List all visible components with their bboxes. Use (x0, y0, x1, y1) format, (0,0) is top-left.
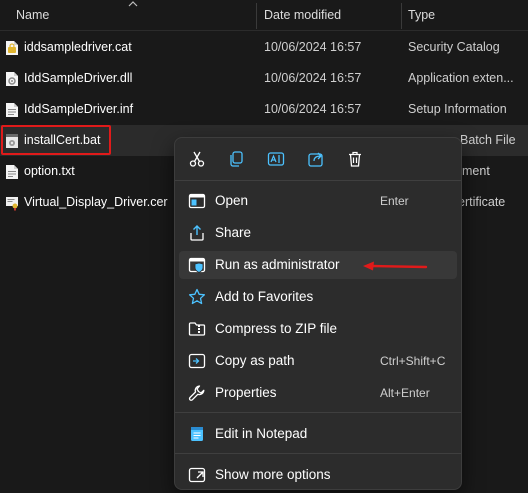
menu-item-label: Copy as path (215, 353, 295, 368)
file-date: 10/06/2024 16:57 (264, 102, 362, 116)
file-type: ertificate (458, 195, 506, 209)
menu-divider (175, 412, 461, 413)
menu-item-label: Open (215, 193, 249, 208)
column-divider[interactable] (256, 3, 257, 29)
delete-button[interactable] (342, 147, 368, 171)
menu-item-label: Compress to ZIP file (215, 321, 338, 336)
menu-shortcut: Alt+Enter (380, 386, 430, 400)
menu-item-label: Add to Favorites (215, 289, 314, 304)
menu-divider (175, 453, 461, 454)
share-quick-button[interactable] (303, 147, 329, 171)
menu-item-add-to-favorites[interactable]: Add to Favorites (179, 283, 457, 311)
column-type[interactable]: Type (408, 0, 435, 31)
file-type: Application exten... (408, 71, 514, 85)
column-date-modified[interactable]: Date modified (264, 0, 341, 31)
menu-shortcut: Enter (380, 194, 409, 208)
dll-file-icon (6, 72, 18, 86)
file-type: ment (462, 164, 490, 178)
file-name: IddSampleDriver.inf (24, 102, 134, 116)
catalog-file-icon (6, 41, 18, 55)
certificate-file-icon (6, 197, 18, 211)
copy-icon (230, 151, 243, 167)
open-icon (188, 193, 206, 209)
file-type: Security Catalog (408, 40, 500, 54)
menu-item-open[interactable]: Open Enter (179, 187, 457, 215)
file-date: 10/06/2024 16:57 (264, 71, 362, 85)
menu-divider (175, 180, 461, 181)
annotation-arrow (363, 261, 428, 271)
zip-icon (188, 322, 206, 336)
menu-item-label: Properties (215, 385, 277, 400)
file-row[interactable]: IddSampleDriver.inf 10/06/2024 16:57 Set… (0, 94, 528, 125)
menu-item-compress-to-zip[interactable]: Compress to ZIP file (179, 315, 457, 343)
cut-icon (189, 151, 205, 167)
file-name: iddsampledriver.cat (24, 40, 132, 54)
file-name: IddSampleDriver.dll (24, 71, 133, 85)
file-row[interactable]: iddsampledriver.cat 10/06/2024 16:57 Sec… (0, 32, 528, 63)
rename-icon (267, 152, 285, 166)
star-icon (188, 288, 206, 305)
quick-actions-bar (175, 138, 461, 180)
column-name[interactable]: Name (16, 0, 49, 31)
menu-item-label: Run as administrator (215, 257, 340, 272)
menu-item-edit-in-notepad[interactable]: Edit in Notepad (179, 420, 457, 448)
column-header: Name Date modified Type (0, 0, 528, 31)
menu-item-copy-as-path[interactable]: Copy as path Ctrl+Shift+C (179, 347, 457, 375)
menu-item-properties[interactable]: Properties Alt+Enter (179, 379, 457, 407)
file-date: 10/06/2024 16:57 (264, 40, 362, 54)
file-type: Setup Information (408, 102, 507, 116)
more-options-icon (188, 467, 206, 483)
cut-button[interactable] (184, 147, 210, 171)
menu-item-label: Share (215, 225, 252, 240)
copy-path-icon (188, 353, 206, 369)
menu-item-show-more-options[interactable]: Show more options (179, 461, 457, 489)
file-row[interactable]: IddSampleDriver.dll 10/06/2024 16:57 App… (0, 63, 528, 94)
copy-button[interactable] (223, 147, 249, 171)
share-icon (308, 152, 323, 167)
rename-button[interactable] (263, 147, 289, 171)
text-file-icon (6, 165, 18, 179)
file-type: Batch File (460, 133, 516, 147)
column-divider[interactable] (401, 3, 402, 29)
notepad-icon (191, 427, 203, 441)
context-menu: Open Enter Share Run as administrator Ad… (174, 137, 462, 490)
menu-item-share[interactable]: Share (179, 219, 457, 247)
highlight-box (1, 125, 111, 155)
wrench-icon (188, 385, 205, 401)
inf-file-icon (6, 103, 18, 117)
trash-icon (349, 151, 361, 167)
menu-shortcut: Ctrl+Shift+C (380, 354, 446, 368)
sort-ascending-icon[interactable] (127, 0, 139, 8)
shield-icon (188, 257, 206, 273)
menu-item-label: Show more options (215, 467, 331, 482)
share-icon (190, 225, 204, 241)
menu-item-label: Edit in Notepad (215, 426, 308, 441)
